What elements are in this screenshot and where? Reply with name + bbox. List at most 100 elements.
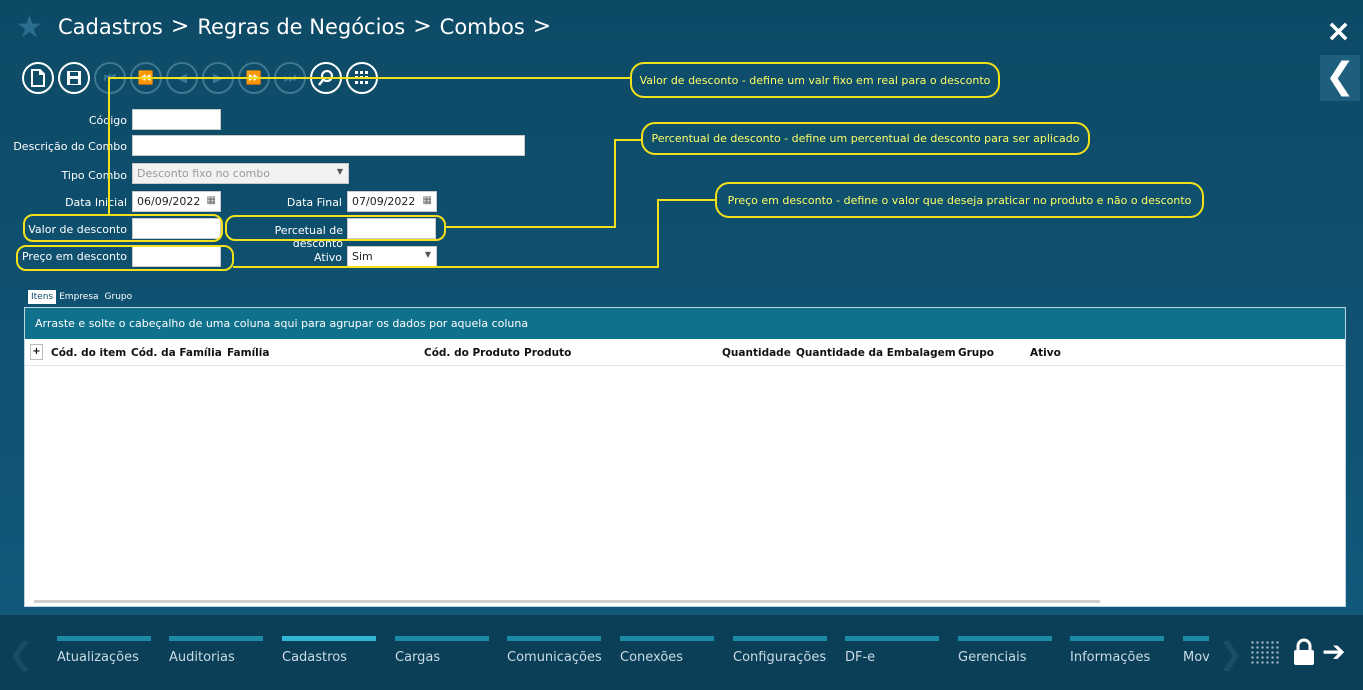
nav-bar (733, 636, 827, 641)
tipo-combo-select[interactable]: Desconto fixo no combo ▼ (132, 163, 349, 184)
ativo-value: Sim (352, 250, 373, 263)
nav-label: Gerenciais (958, 650, 1027, 665)
nav-auditorias[interactable]: Auditorias (169, 636, 263, 665)
breadcrumb: Cadastros > Regras de Negócios > Combos … (58, 14, 551, 39)
tipo-combo-value: Desconto fixo no combo (137, 167, 270, 180)
tipo-combo-label: Tipo Combo (61, 169, 127, 182)
connector-line (108, 77, 110, 215)
nav-informacoes[interactable]: Informações (1070, 636, 1164, 665)
chevron-right-icon: > (532, 14, 552, 39)
ativo-select[interactable]: Sim ▼ (347, 246, 437, 267)
lock-icon[interactable] (1292, 638, 1316, 672)
nav-bar (169, 636, 263, 641)
favorite-star-icon[interactable]: ★ (16, 13, 43, 43)
nav-label: Atualizações (57, 650, 139, 665)
nav-cargas[interactable]: Cargas (395, 636, 489, 665)
bottom-nav: ❮ Atualizações Auditorias Cadastros Carg… (0, 615, 1363, 690)
connector-line (233, 266, 659, 268)
nav-mov[interactable]: Mov (1183, 636, 1209, 665)
nav-bar (282, 636, 376, 641)
side-panel-toggle-icon[interactable]: ❮ (1320, 55, 1360, 101)
exit-arrow-icon[interactable]: ➔ (1322, 635, 1345, 668)
column-cod-familia[interactable]: Cód. da Família (131, 347, 222, 359)
nav-label: Conexões (620, 650, 684, 665)
nav-conexoes[interactable]: Conexões (620, 636, 714, 665)
nav-gerenciais[interactable]: Gerenciais (958, 636, 1052, 665)
connector-line (657, 199, 659, 268)
callout-percentual: Percentual de desconto - define um perce… (641, 122, 1090, 155)
callout-valor-desconto: Valor de desconto - define um valr fixo … (630, 62, 1000, 98)
nav-dfe[interactable]: DF-e (845, 636, 939, 665)
chevron-right-icon: > (413, 14, 432, 39)
nav-label: Mov (1183, 650, 1209, 665)
chevron-down-icon: ▼ (424, 250, 431, 259)
breadcrumb-item-combos[interactable]: Combos (440, 15, 525, 39)
callout-preco-desconto: Preço em desconto - define o valor que d… (715, 182, 1204, 218)
save-icon[interactable] (58, 62, 90, 94)
nav-label: DF-e (845, 650, 876, 665)
apps-grid-icon[interactable] (1250, 640, 1280, 666)
nav-bar (1070, 636, 1164, 641)
ativo-label: Ativo (314, 251, 342, 264)
connector-line (108, 77, 630, 79)
nav-comunicacoes[interactable]: Comunicações (507, 636, 602, 665)
nav-bar (845, 636, 939, 641)
nav-configuracoes[interactable]: Configurações (733, 636, 827, 665)
new-document-icon[interactable] (22, 62, 54, 94)
connector-line (657, 199, 715, 201)
preco-highlight (16, 245, 234, 271)
tab-itens[interactable]: Itens (28, 290, 57, 304)
data-final-input[interactable]: 07/09/2022 ▦ (347, 191, 437, 212)
valor-desconto-highlight (23, 214, 223, 242)
column-quantidade[interactable]: Quantidade (722, 347, 791, 359)
connector-line (445, 226, 616, 228)
grid-header: + Cód. do item Cód. da Família Família C… (25, 339, 1345, 366)
items-grid: Arraste e solte o cabeçalho de uma colun… (24, 307, 1346, 607)
breadcrumb-item-cadastros[interactable]: Cadastros (58, 15, 163, 39)
nav-atualizacoes[interactable]: Atualizações (57, 636, 151, 665)
nav-bar (1183, 636, 1209, 641)
nav-label: Cadastros (282, 650, 347, 665)
data-inicial-label: Data Inicial (65, 196, 127, 209)
group-by-hint[interactable]: Arraste e solte o cabeçalho de uma colun… (25, 308, 1345, 339)
calendar-icon[interactable]: ▦ (423, 195, 432, 206)
column-cod-produto[interactable]: Cód. do Produto (424, 347, 520, 359)
tab-grupo[interactable]: Grupo (102, 290, 136, 304)
column-produto[interactable]: Produto (524, 347, 571, 359)
nav-bar (507, 636, 601, 641)
descricao-input[interactable] (132, 135, 525, 156)
tab-empresa[interactable]: Empresa (56, 290, 101, 304)
chevron-right-icon: > (170, 14, 190, 39)
data-inicial-input[interactable]: 06/09/2022 ▦ (132, 191, 221, 212)
column-grupo[interactable]: Grupo (958, 347, 994, 359)
tab-bar: Itens Empresa Grupo (28, 290, 135, 304)
nav-bar (395, 636, 489, 641)
chevron-down-icon: ▼ (336, 167, 343, 176)
horizontal-scrollbar[interactable] (28, 598, 1344, 604)
nav-label: Cargas (395, 650, 441, 665)
data-inicial-value: 06/09/2022 (137, 195, 201, 208)
nav-label: Auditorias (169, 650, 235, 665)
column-ativo[interactable]: Ativo (1030, 347, 1061, 359)
nav-label: Comunicações (507, 650, 602, 665)
connector-line (614, 139, 641, 141)
chevron-left-icon[interactable]: ❮ (8, 637, 33, 672)
main-panel: ★ Cadastros > Regras de Negócios > Combo… (0, 0, 1363, 615)
nav-bar (958, 636, 1052, 641)
nav-bar (620, 636, 714, 641)
codigo-label: Código (20, 114, 127, 127)
column-quantidade-embalagem[interactable]: Quantidade da Embalagem (796, 347, 956, 359)
nav-cadastros[interactable]: Cadastros (282, 636, 376, 665)
connector-line (614, 139, 616, 228)
expand-icon[interactable]: + (30, 344, 43, 360)
nav-label: Configurações (733, 650, 827, 665)
column-familia[interactable]: Família (227, 347, 269, 359)
codigo-input[interactable] (132, 109, 221, 130)
percentual-highlight (225, 215, 446, 241)
scrollbar-thumb[interactable] (34, 600, 1100, 603)
calendar-icon[interactable]: ▦ (207, 195, 216, 206)
column-cod-item[interactable]: Cód. do item (51, 347, 126, 359)
chevron-right-icon[interactable]: ❯ (1218, 637, 1243, 672)
breadcrumb-item-regras[interactable]: Regras de Negócios (197, 15, 405, 39)
close-icon[interactable]: × (1326, 17, 1351, 47)
